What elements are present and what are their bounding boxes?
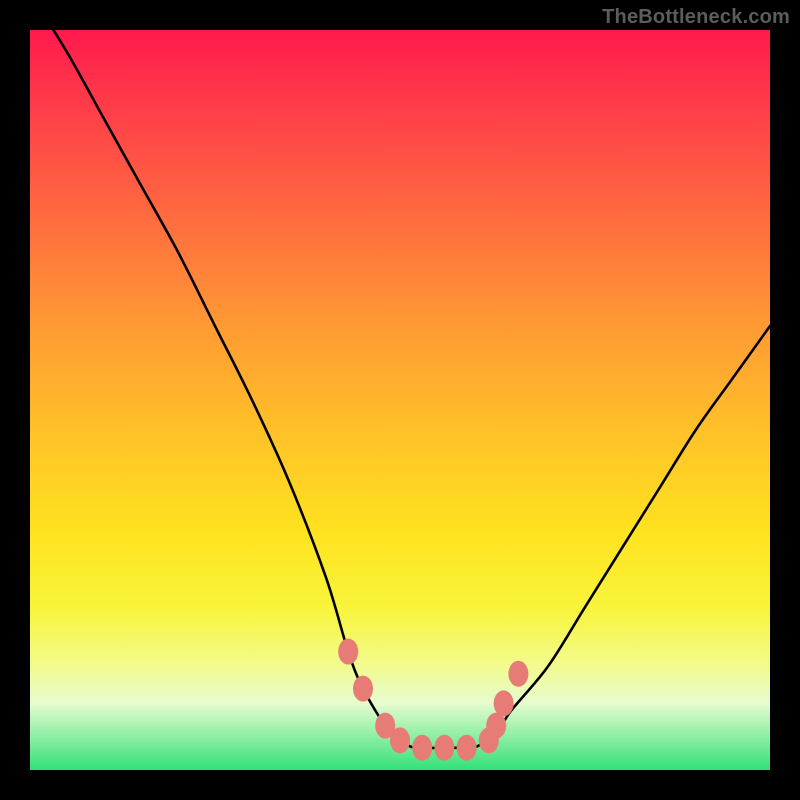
bottleneck-curve bbox=[30, 30, 770, 749]
curve-marker bbox=[353, 676, 373, 702]
curve-marker bbox=[434, 735, 454, 761]
plot-area bbox=[30, 30, 770, 770]
curve-markers bbox=[338, 639, 528, 761]
curve-marker bbox=[390, 727, 410, 753]
curve-marker bbox=[508, 661, 528, 687]
attribution-text: TheBottleneck.com bbox=[602, 6, 790, 29]
curve-svg bbox=[30, 30, 770, 770]
curve-marker bbox=[486, 713, 506, 739]
curve-marker bbox=[338, 639, 358, 665]
chart-frame: TheBottleneck.com bbox=[0, 0, 800, 800]
curve-marker bbox=[412, 735, 432, 761]
curve-marker bbox=[457, 735, 477, 761]
curve-marker bbox=[494, 690, 514, 716]
